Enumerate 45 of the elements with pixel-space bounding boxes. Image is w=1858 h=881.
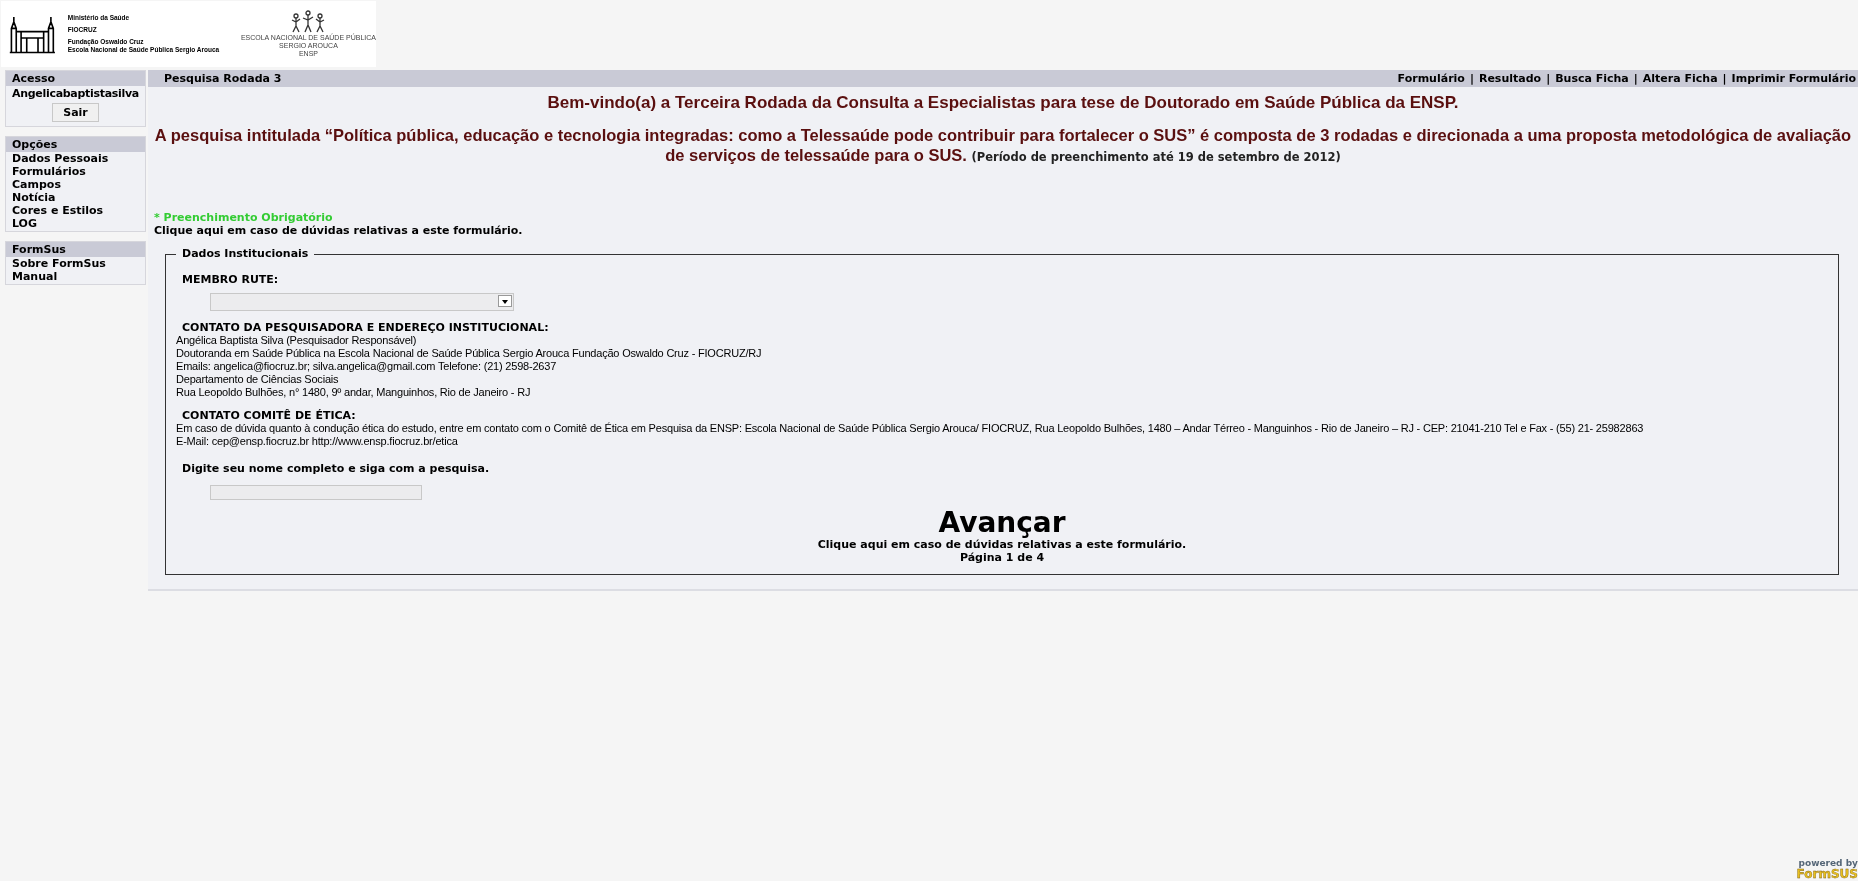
section-legend: Dados Institucionais — [176, 247, 315, 260]
sidebar-title: FormSus — [6, 242, 145, 257]
info-text: Angélica Baptista Silva (Pesquisador Responsável) — [176, 334, 418, 347]
survey-title: Pesquisa Rodada 3 — [164, 72, 282, 85]
section-heading: CONTATO DA PESQUISADORA E ENDEREÇO INSTITUCIONAL: — [181, 321, 550, 334]
info-text: Departamento de Ciências Sociais — [176, 373, 340, 386]
separator: | — [1633, 72, 1638, 85]
info-text: E-Mail: cep@ensp.fiocruz.br http://www.ensp.fiocruz.br/etica — [176, 435, 459, 448]
nav-link[interactable]: Imprimir Formulário — [1731, 72, 1856, 85]
logout-button[interactable]: Sair — [52, 103, 99, 122]
required-note: * Preenchimento Obrigatório — [154, 211, 334, 224]
field-label: Digite seu nome completo e siga com a pesquisa. — [181, 462, 491, 475]
info-text: Rua Leopoldo Bulhões, n° 1480, 9º andar, Manguinhos, Rio de Janeiro - RJ — [176, 386, 532, 399]
powered-by-text: powered by — [1798, 858, 1858, 868]
sidebar-item[interactable]: Notícia — [6, 191, 145, 204]
sidebar-title: Opções — [6, 137, 145, 152]
info-text: Doutoranda em Saúde Pública na Escola Nacional de Saúde Pública Sergio Arouca Fundação Oswaldo Cruz - FIOCRUZ/RJ — [176, 347, 763, 360]
dropdown-field[interactable] — [210, 293, 514, 311]
separator: | — [1469, 72, 1474, 85]
sidebar-title: Acesso — [6, 71, 145, 86]
help-link[interactable]: Clique aqui em caso de dúvidas relativas a este formulário. — [817, 538, 1187, 551]
sidebar-item[interactable]: Formulários — [6, 165, 145, 178]
user-name: Angelicabaptistasilva — [11, 86, 140, 101]
section-heading: CONTATO COMITÊ DE ÉTICA: — [181, 409, 357, 422]
welcome-title: Bem-vindo(a) a Terceira Rodada da Consulta a Especialistas para tese de Doutorado em Saúde Pública da ENSP. — [546, 93, 1460, 113]
sidebar-item[interactable]: Cores e Estilos — [6, 204, 145, 217]
sidebar-item[interactable]: Sobre FormSus — [6, 257, 145, 270]
next-link[interactable]: Avançar — [938, 508, 1066, 538]
field-label: MEMBRO RUTE: — [181, 273, 280, 286]
nav-link[interactable]: Formulário — [1397, 72, 1465, 85]
nav-link[interactable]: Busca Ficha — [1555, 72, 1629, 85]
name-input[interactable] — [210, 485, 422, 500]
sidebar-item[interactable]: Manual — [6, 270, 145, 283]
nav-link[interactable]: Altera Ficha — [1642, 72, 1718, 85]
intro-text: A pesquisa intitulada “Política pública, educação e tecnologia integradas: como a Telessaúde pode contribuir para fortalecer o SUS” é composta de 3 rodadas e direcionada a uma proposta metodológica de avaliação de serviços de telessaúde para o SUS. (Período de preenchimento até 19 de setembro de 2012) — [153, 125, 1853, 166]
separator: | — [1546, 72, 1551, 85]
nav-link[interactable]: Resultado — [1478, 72, 1542, 85]
sidebar-item[interactable]: Campos — [6, 178, 145, 191]
page-indicator: Página 1 de 4 — [959, 551, 1045, 564]
help-link[interactable]: Clique aqui em caso de dúvidas relativas a este formulário. — [154, 224, 1858, 237]
sidebar-item[interactable]: LOG — [6, 217, 145, 230]
sidebar-item[interactable]: Dados Pessoais — [6, 152, 145, 165]
separator: | — [1722, 72, 1727, 85]
info-text: Em caso de dúvida quanto à condução ética do estudo, entre em contato com o Comitê de Ética em Pesquisa da ENSP: Escola Nacional de Saúde Pública Sergio Arouca/ FIOCRUZ, Rua Leopoldo Bulhões, 1480 – Andar Térreo - Manguinhos - Rio de Janeiro – RJ - CEP: 21041-210 Tel e Fax - (55) 21- 25982863 — [176, 422, 1645, 435]
info-text: Emails: angelica@fiocruz.br; silva.angelica@gmail.com Telefone: (21) 2598-2637 — [176, 360, 558, 373]
